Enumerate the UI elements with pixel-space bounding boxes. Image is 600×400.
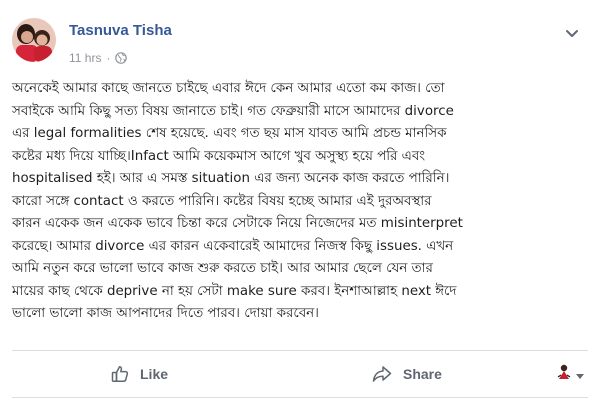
post-text-line: সবাইকে আমি কিছু সত্য বিষয় জানাতে চাই। গ…: [12, 103, 454, 119]
actions-divider-bottom: [12, 397, 588, 398]
caret-down-icon: [576, 365, 584, 384]
post-options-chevron-icon[interactable]: [564, 26, 580, 40]
post-text-line: আমি নতুন করে ভালো ভাবে কাজ শুরু করতে চাই…: [12, 261, 433, 276]
timestamp[interactable]: 11 hrs: [69, 51, 101, 65]
post-header: Tasnuva Tisha 11 hrs ·: [12, 18, 588, 74]
thumbs-up-icon: [110, 364, 130, 384]
post-text-line: hospitalised হই। আর এ সমস্ত situation এর…: [12, 171, 450, 186]
post-text: অনেকেই আমার কাছে জানতে চাইছে এবার ঈদে কে…: [12, 78, 596, 326]
post-text-line: কষ্টের মধ্য দিয়ে যাচ্ছি।Infact আমি কয়ে…: [12, 148, 426, 164]
author-name[interactable]: Tasnuva Tisha: [69, 22, 172, 39]
post-text-line: ভালো ভালো কাজ আপনাদের দিতে পারব। দোয়া ক…: [12, 306, 319, 321]
share-arrow-icon: [371, 364, 393, 384]
post-text-line: কারন একেক জন একেক ভাবে চিন্তা করে সেটাকে…: [12, 216, 463, 231]
profile-mini-avatar-icon: [556, 363, 572, 385]
react-as-selector[interactable]: [556, 363, 584, 385]
post-meta: 11 hrs ·: [69, 51, 128, 65]
share-button[interactable]: Share: [371, 354, 442, 394]
meta-separator: ·: [106, 51, 111, 65]
author-avatar[interactable]: [12, 18, 56, 62]
like-label: Like: [140, 366, 169, 382]
globe-icon[interactable]: [115, 52, 128, 64]
post-text-line: অনেকেই আমার কাছে জানতে চাইছে এবার ঈদে কে…: [12, 81, 445, 96]
facebook-post: Tasnuva Tisha 11 hrs · অনেকেই আমার কাছে …: [0, 0, 600, 400]
actions-divider-top: [12, 350, 588, 351]
post-text-line: করেছে। আমার divorce এর কারন একেবারেই আমা…: [12, 238, 454, 254]
avatar-photo: [12, 18, 56, 62]
post-text-line: মায়ের কাছ থেকে deprive না হয় সেটা make…: [12, 283, 457, 299]
post-text-line: এর legal formalities শেষ হয়েছে. এবং গত …: [12, 126, 447, 141]
post-text-line: কারো সঙ্গে contact ও করতে পারিনি। কষ্টের…: [12, 193, 432, 209]
like-button[interactable]: Like: [110, 354, 168, 394]
post-actions-bar: Like Share: [0, 354, 600, 394]
share-label: Share: [403, 366, 442, 382]
